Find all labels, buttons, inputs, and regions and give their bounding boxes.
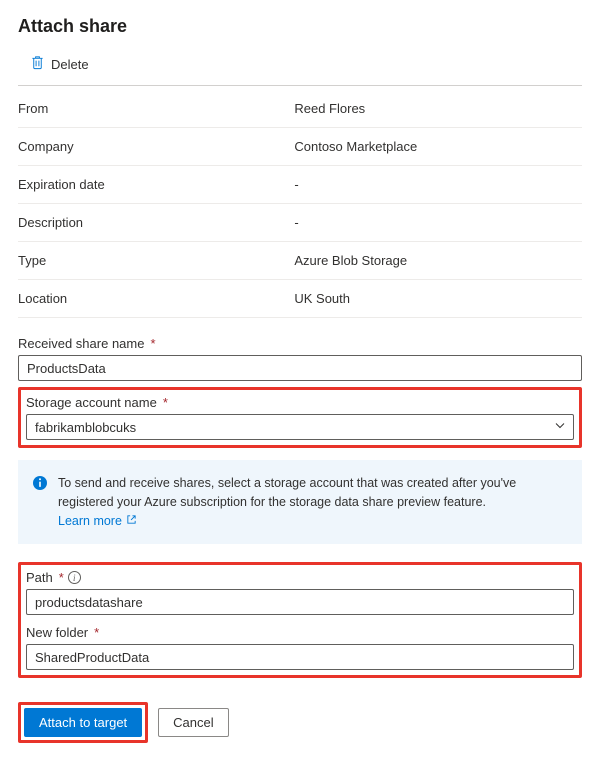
prop-value: Azure Blob Storage xyxy=(294,253,582,268)
received-share-input[interactable] xyxy=(18,355,582,381)
prop-value: Reed Flores xyxy=(294,101,582,116)
prop-value: - xyxy=(294,177,582,192)
info-callout: To send and receive shares, select a sto… xyxy=(18,460,582,544)
prop-label: Company xyxy=(18,139,294,154)
page-title: Attach share xyxy=(18,16,582,37)
table-row: Location UK South xyxy=(18,280,582,318)
external-link-icon xyxy=(126,512,137,531)
path-label: Path* i xyxy=(26,570,574,585)
attach-share-panel: Attach share Delete From Reed Flores Com… xyxy=(0,0,600,761)
info-icon xyxy=(32,474,48,530)
new-folder-label: New folder* xyxy=(26,625,574,640)
trash-icon xyxy=(30,55,45,73)
prop-value: UK South xyxy=(294,291,582,306)
prop-label: Type xyxy=(18,253,294,268)
actions-bar: Attach to target Cancel xyxy=(18,702,582,743)
table-row: Expiration date - xyxy=(18,166,582,204)
storage-account-select[interactable] xyxy=(26,414,574,440)
table-row: Type Azure Blob Storage xyxy=(18,242,582,280)
table-row: Description - xyxy=(18,204,582,242)
attach-to-target-button[interactable]: Attach to target xyxy=(24,708,142,737)
new-folder-input[interactable] xyxy=(26,644,574,670)
learn-more-link[interactable]: Learn more xyxy=(58,512,137,531)
properties-table: From Reed Flores Company Contoso Marketp… xyxy=(18,90,582,318)
received-share-group: Received share name* xyxy=(18,336,582,381)
delete-label: Delete xyxy=(51,57,89,72)
info-text: To send and receive shares, select a sto… xyxy=(58,474,568,530)
table-row: Company Contoso Marketplace xyxy=(18,128,582,166)
storage-account-label: Storage account name* xyxy=(26,395,574,410)
received-share-label: Received share name* xyxy=(18,336,582,351)
prop-label: Expiration date xyxy=(18,177,294,192)
attach-button-highlight: Attach to target xyxy=(18,702,148,743)
storage-account-highlight: Storage account name* xyxy=(18,387,582,448)
path-input[interactable] xyxy=(26,589,574,615)
prop-label: Location xyxy=(18,291,294,306)
info-icon[interactable]: i xyxy=(68,571,81,584)
prop-value: Contoso Marketplace xyxy=(294,139,582,154)
cancel-button[interactable]: Cancel xyxy=(158,708,228,737)
toolbar: Delete xyxy=(18,47,582,86)
prop-value: - xyxy=(294,215,582,230)
table-row: From Reed Flores xyxy=(18,90,582,128)
prop-label: From xyxy=(18,101,294,116)
prop-label: Description xyxy=(18,215,294,230)
path-folder-highlight: Path* i New folder* xyxy=(18,562,582,678)
delete-button[interactable]: Delete xyxy=(26,53,93,75)
